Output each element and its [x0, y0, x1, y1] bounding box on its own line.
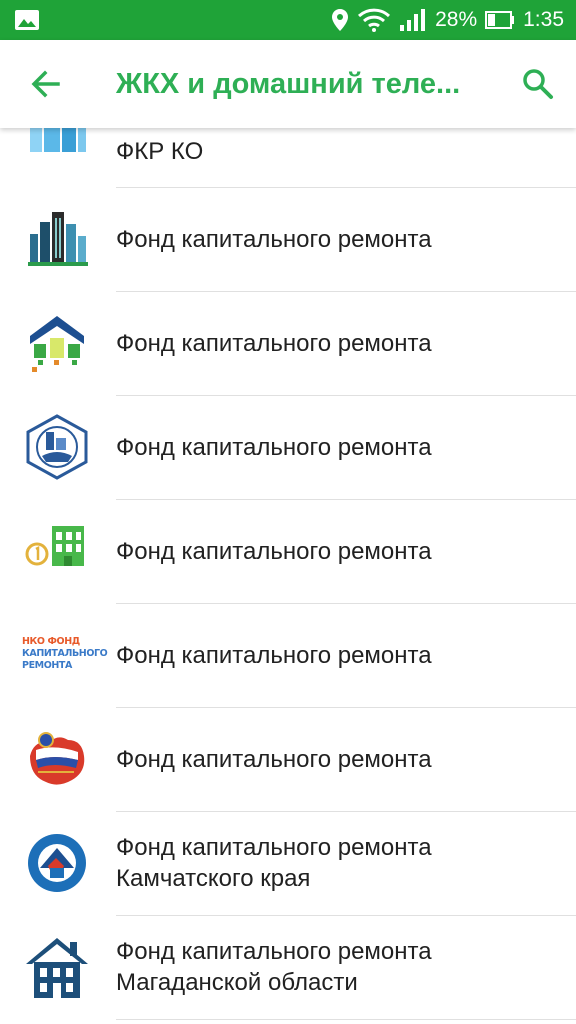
- item-subtitle: Камчатского края: [116, 865, 311, 892]
- list-item-fund[interactable]: Фонд капитального ремонта: [0, 500, 576, 604]
- battery-icon: [485, 10, 515, 30]
- list-item-fund-magadan[interactable]: Фонд капитального ремонта Магаданской об…: [0, 916, 576, 1020]
- list-item-fund[interactable]: Фонд капитального ремонта: [0, 396, 576, 500]
- building-logo-icon: [24, 128, 90, 158]
- list-item-fund-kamchatka[interactable]: Фонд капитального ремонта Камчатского кр…: [0, 812, 576, 916]
- item-subtitle: Магаданской области: [116, 969, 358, 996]
- item-title: Фонд капитального ремонта: [116, 226, 432, 253]
- battery-percent: 28%: [435, 8, 478, 31]
- list-item-fund[interactable]: НКО ФОНД КАПИТАЛЬНОГО РЕМОНТА Фонд капит…: [0, 604, 576, 708]
- page-title: ЖКХ и домашний теле...: [116, 68, 461, 100]
- list-item-fkr-ko[interactable]: ФКР КО: [0, 128, 576, 188]
- list-item-fund[interactable]: Фонд капитального ремонта: [0, 708, 576, 812]
- list-item-fund[interactable]: Фонд капитального ремонта: [0, 188, 576, 292]
- provider-list: ФКР КО Фонд капитального ремонта Фонд ка…: [0, 128, 576, 1024]
- region-map-logo-icon: [24, 726, 90, 792]
- houses-logo-icon: [24, 310, 90, 376]
- kamchatka-fund-logo-icon: [24, 830, 90, 896]
- item-title: Фонд капитального ремонта: [116, 834, 432, 861]
- city-buildings-logo-icon: [24, 206, 90, 272]
- logo-text: КАПИТАЛЬНОГО: [22, 648, 108, 659]
- logo-text: РЕМОНТА: [22, 660, 72, 671]
- app-bar: ЖКХ и домашний теле...: [0, 40, 576, 128]
- back-arrow-icon[interactable]: [26, 64, 66, 104]
- clock: 1:35: [523, 8, 564, 31]
- item-title: Фонд капитального ремонта: [116, 746, 432, 773]
- item-title: Фонд капитального ремонта: [116, 330, 432, 357]
- image-notification-icon: [14, 9, 40, 31]
- wifi-icon: [357, 8, 391, 32]
- location-icon: [331, 8, 349, 32]
- item-title: Фонд капитального ремонта: [116, 642, 432, 669]
- nko-fund-logo: НКО ФОНД КАПИТАЛЬНОГО РЕМОНТА: [22, 622, 108, 688]
- item-title: Фонд капитального ремонта: [116, 538, 432, 565]
- search-icon[interactable]: [518, 64, 558, 104]
- item-title: ФКР КО: [116, 138, 204, 165]
- item-title: Фонд капитального ремонта: [116, 434, 432, 461]
- status-bar: 28% 1:35: [0, 0, 576, 40]
- logo-text: НКО ФОНД: [22, 636, 80, 647]
- divider: [116, 1019, 576, 1020]
- signal-icon: [399, 8, 427, 32]
- emblem-logo-icon: [24, 414, 90, 480]
- list-item-fund[interactable]: Фонд капитального ремонта: [0, 292, 576, 396]
- item-title: Фонд капитального ремонта: [116, 938, 432, 965]
- coin-building-logo-icon: [24, 518, 90, 584]
- house-logo-icon: [24, 934, 90, 1000]
